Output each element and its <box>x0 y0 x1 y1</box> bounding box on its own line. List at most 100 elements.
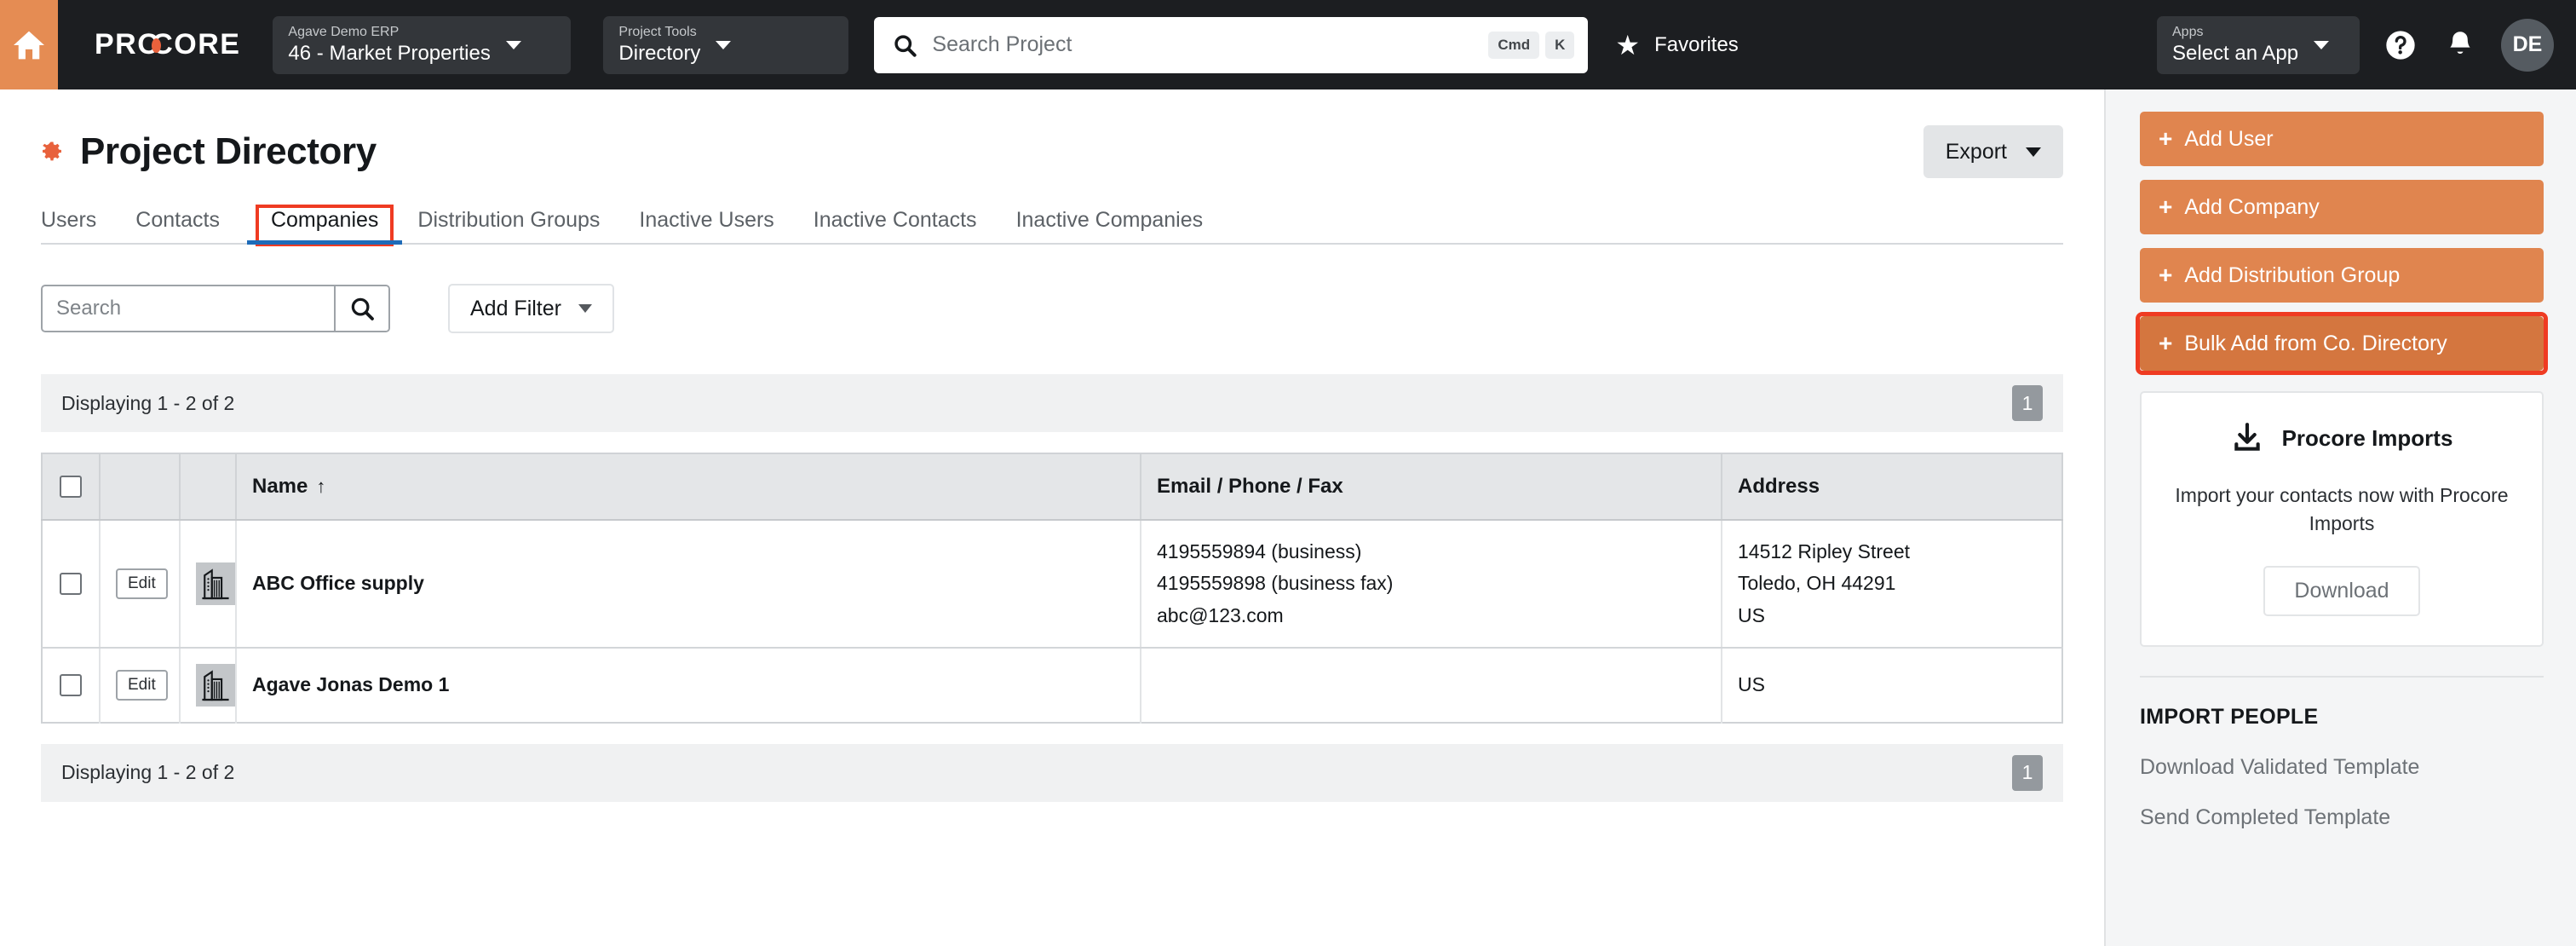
row-contact-cell <box>1141 647 1722 723</box>
add-user-button[interactable]: + Add User <box>2140 112 2544 166</box>
row-address-cell: US <box>1722 648 2062 723</box>
row-edit-cell: Edit <box>100 647 181 723</box>
brand-text-pro: PR <box>95 28 138 61</box>
chevron-down-icon <box>2026 147 2041 157</box>
project-tools-selector[interactable]: Project Tools Directory <box>603 15 849 74</box>
row-checkbox[interactable] <box>60 673 82 696</box>
procore-imports-title: Procore Imports <box>2281 424 2453 451</box>
brand-text-core: CORE <box>152 28 241 61</box>
favorites-button[interactable]: ★ Favorites <box>1615 32 1738 59</box>
procore-imports-header: Procore Imports <box>2167 422 2516 454</box>
add-filter-button[interactable]: Add Filter <box>448 284 614 333</box>
download-validated-template-link[interactable]: Download Validated Template <box>2140 755 2544 780</box>
add-distribution-group-button[interactable]: + Add Distribution Group <box>2140 248 2544 303</box>
sort-ascending-icon: ↑ <box>316 476 326 497</box>
procore-logo[interactable]: PR O CORE <box>95 28 240 61</box>
home-icon <box>14 31 44 59</box>
procore-imports-card: Procore Imports Import your contacts now… <box>2140 391 2544 648</box>
row-name-cell: ABC Office supply <box>236 520 1141 649</box>
filter-toolbar: Add Filter <box>41 284 2063 333</box>
right-sidebar: + Add User + Add Company + Add Distribut… <box>2104 89 2576 946</box>
tab-distribution-groups-label: Distribution Groups <box>417 208 601 232</box>
tab-inactive-contacts[interactable]: Inactive Contacts <box>814 208 977 243</box>
column-email-phone-fax[interactable]: Email / Phone / Fax <box>1141 453 1722 521</box>
select-all-checkbox[interactable] <box>60 476 82 498</box>
edit-button[interactable]: Edit <box>116 669 168 701</box>
avatar-initials: DE <box>2512 32 2543 56</box>
search-input[interactable] <box>43 286 334 331</box>
pagination-page-1-bottom[interactable]: 1 <box>2012 754 2043 791</box>
address-line: US <box>1738 673 1765 696</box>
companies-table: Name ↑ Email / Phone / Fax Address Edit … <box>41 453 2063 724</box>
building-icon <box>196 562 235 605</box>
project-selector[interactable]: Agave Demo ERP 46 - Market Properties <box>273 15 572 74</box>
column-name[interactable]: Name ↑ <box>236 453 1141 521</box>
tab-inactive-contacts-label: Inactive Contacts <box>813 208 977 232</box>
help-circle-icon <box>2386 30 2415 60</box>
table-row[interactable]: Edit <box>42 647 2062 723</box>
plus-icon: + <box>2159 193 2173 220</box>
tab-inactive-companies-label: Inactive Companies <box>1015 208 1204 232</box>
bulk-add-from-co-directory-button[interactable]: + Bulk Add from Co. Directory <box>2140 316 2544 371</box>
apps-selector-label: Apps <box>2172 25 2204 39</box>
contact-line: 4195559894 (business) <box>1157 540 1362 562</box>
global-search-input[interactable]: Search Project Cmd K <box>874 16 1589 73</box>
page-header: Project Directory Export <box>41 89 2063 190</box>
results-count-bar-bottom: Displaying 1 - 2 of 2 1 <box>41 743 2063 802</box>
row-checkbox[interactable] <box>60 572 82 595</box>
tab-contacts-label: Contacts <box>135 208 220 232</box>
building-icon <box>196 663 235 707</box>
row-edit-cell: Edit <box>100 520 181 649</box>
help-button[interactable] <box>2382 26 2419 64</box>
search-submit-button[interactable] <box>334 286 388 331</box>
apps-selector-value: Select an App <box>2172 42 2299 65</box>
global-search-placeholder: Search Project <box>932 32 1072 56</box>
tab-distribution-groups[interactable]: Distribution Groups <box>417 208 600 243</box>
shortcut-k-key: K <box>1545 31 1575 59</box>
export-button[interactable]: Export <box>1923 125 2063 178</box>
column-address[interactable]: Address <box>1722 453 2062 521</box>
results-count-bar-top: Displaying 1 - 2 of 2 1 <box>41 374 2063 432</box>
shortcut-cmd-key: Cmd <box>1488 31 1540 59</box>
contact-line: abc@123.com <box>1157 603 1284 626</box>
project-tools-value: Directory <box>618 42 701 65</box>
tab-inactive-users-label: Inactive Users <box>639 208 774 232</box>
table-row[interactable]: Edit <box>42 520 2062 649</box>
chevron-down-icon <box>578 304 592 313</box>
procore-imports-description: Import your contacts now with Procore Im… <box>2175 484 2509 534</box>
row-logo-cell <box>180 647 237 723</box>
row-select-cell <box>42 647 101 723</box>
home-button[interactable] <box>0 0 58 89</box>
row-name-cell: Agave Jonas Demo 1 <box>236 647 1141 723</box>
page-title: Project Directory <box>80 130 377 172</box>
add-distribution-group-label: Add Distribution Group <box>2184 262 2401 287</box>
edit-button[interactable]: Edit <box>116 568 168 599</box>
tab-inactive-users[interactable]: Inactive Users <box>639 208 773 243</box>
bulk-add-from-co-directory-label: Bulk Add from Co. Directory <box>2184 331 2447 355</box>
project-selector-label: Agave Demo ERP <box>288 25 400 39</box>
add-company-button[interactable]: + Add Company <box>2140 180 2544 234</box>
directory-search-group <box>41 285 390 332</box>
column-name-label: Name <box>252 475 308 498</box>
tab-users-label: Users <box>41 208 97 232</box>
tab-companies[interactable]: Companies <box>246 205 403 246</box>
tab-contacts[interactable]: Contacts <box>135 208 220 243</box>
column-logo <box>180 453 237 521</box>
plus-icon: + <box>2159 330 2173 356</box>
row-contact-cell: 4195559894 (business) 4195559898 (busine… <box>1141 520 1722 649</box>
apps-selector[interactable]: Apps Select an App <box>2157 15 2360 74</box>
column-address-label: Address <box>1738 475 1820 498</box>
tab-users[interactable]: Users <box>41 208 96 243</box>
row-logo-cell <box>180 520 237 649</box>
add-company-label: Add Company <box>2184 194 2320 219</box>
user-avatar[interactable]: DE <box>2501 18 2554 72</box>
column-edit <box>100 453 181 521</box>
imports-download-button[interactable]: Download <box>2263 566 2420 617</box>
tab-inactive-companies[interactable]: Inactive Companies <box>1016 208 1204 243</box>
pagination-page-1-top[interactable]: 1 <box>2012 385 2043 421</box>
sidebar-divider <box>2140 676 2544 678</box>
send-completed-template-link[interactable]: Send Completed Template <box>2140 805 2544 830</box>
plus-icon: + <box>2159 262 2173 288</box>
import-people-section-title: IMPORT PEOPLE <box>2140 705 2319 730</box>
notifications-button[interactable] <box>2441 26 2479 64</box>
